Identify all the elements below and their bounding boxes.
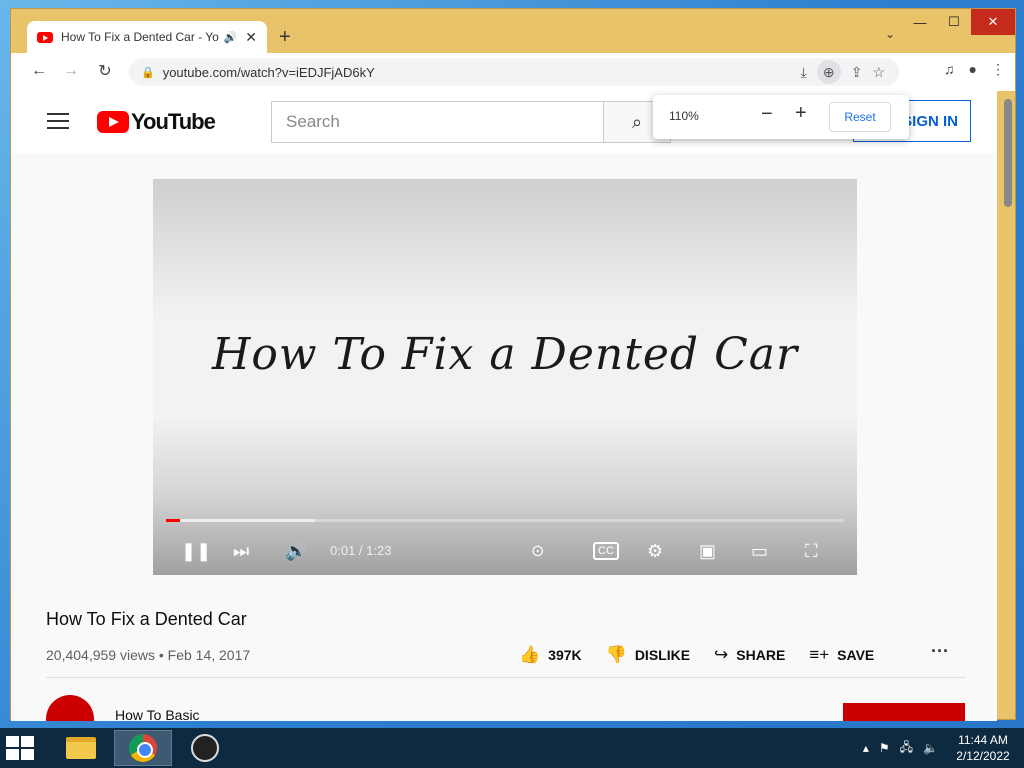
new-tab-button[interactable]: + <box>279 26 291 49</box>
thumbs-up-icon: 👍 <box>519 645 541 664</box>
youtube-page: YouTube Search ⌕ SIGN IN How To Fix a De… <box>11 91 997 721</box>
save-label: SAVE <box>837 647 875 663</box>
pause-icon[interactable]: ❚❚ <box>181 539 211 563</box>
chrome-icon <box>129 734 157 762</box>
video-player[interactable]: How To Fix a Dented Car ❚❚ ⏭ 🔊 0:01 / 1:… <box>153 179 857 575</box>
video-actions: 👍 397K 👎 DISLIKE ↪ SHARE ≡+ SAVE <box>519 645 898 665</box>
zoom-level: 110% <box>669 109 699 123</box>
windows-start-icon[interactable] <box>6 736 36 760</box>
menu-kebab-icon[interactable]: ⋮ <box>991 61 1005 78</box>
audio-playing-icon[interactable]: 🔊 <box>224 31 238 44</box>
settings-gear-icon[interactable]: ⚙ <box>647 539 663 563</box>
show-hidden-icons-chevron-icon[interactable]: ▴ <box>863 741 869 755</box>
zoom-reset-button[interactable]: Reset <box>829 102 891 132</box>
reload-icon[interactable]: ↻ <box>91 61 119 81</box>
search-placeholder: Search <box>286 112 340 131</box>
theater-mode-icon[interactable]: ▭ <box>751 539 768 563</box>
taskbar: ▴ ⚑ 🖧 🔈 11:44 AM 2/12/2022 <box>0 728 1024 768</box>
obs-icon <box>191 734 219 762</box>
search-icon: ⌕ <box>631 111 643 132</box>
system-tray: ▴ ⚑ 🖧 🔈 11:44 AM 2/12/2022 <box>863 728 1024 768</box>
youtube-logo-text: YouTube <box>131 109 216 134</box>
video-title: How To Fix a Dented Car <box>46 609 247 629</box>
zoom-popup: 110% − + Reset <box>653 95 909 139</box>
action-center-flag-icon[interactable]: ⚑ <box>879 741 890 755</box>
media-control-icon[interactable]: ♫ <box>944 61 955 78</box>
tab-strip: How To Fix a Dented Car - Yo 🔊 ✕ + ⌄ — ☐… <box>11 9 1015 53</box>
more-actions-icon[interactable]: ··· <box>931 641 949 662</box>
progress-played <box>166 519 180 522</box>
hamburger-menu-icon[interactable] <box>47 113 69 129</box>
lock-icon[interactable]: 🔒 <box>141 66 155 79</box>
dislike-button[interactable]: 👎 DISLIKE <box>606 645 690 665</box>
tab-close-icon[interactable]: ✕ <box>245 29 257 46</box>
scrollbar-thumb[interactable] <box>1004 99 1012 207</box>
captions-icon[interactable]: CC <box>593 542 619 560</box>
channel-avatar[interactable] <box>46 695 94 721</box>
browser-toolbar: ← → ↻ 🔒 youtube.com/watch?v=iEDJFjAD6kY … <box>11 53 1015 91</box>
clock[interactable]: 11:44 AM 2/12/2022 <box>948 732 1018 764</box>
volume-tray-icon[interactable]: 🔈 <box>923 741 938 755</box>
channel-name[interactable]: How To Basic <box>115 707 200 721</box>
video-frame-title: How To Fix a Dented Car <box>212 329 798 380</box>
progress-buffered <box>166 519 316 522</box>
tab-youtube[interactable]: How To Fix a Dented Car - Yo 🔊 ✕ <box>27 21 267 53</box>
zoom-reset-label: Reset <box>844 110 876 124</box>
youtube-play-logo-icon <box>97 111 129 133</box>
share-arrow-icon: ↪ <box>714 645 729 664</box>
video-time: 0:01 / 1:23 <box>330 543 392 558</box>
minimize-button[interactable]: — <box>903 9 937 35</box>
playlist-add-icon: ≡+ <box>809 645 830 664</box>
share-button[interactable]: ↪ SHARE <box>714 645 785 665</box>
progress-bar[interactable] <box>166 519 844 522</box>
dislike-label: DISLIKE <box>634 647 691 663</box>
zoom-out-button[interactable]: − <box>761 103 773 126</box>
divider <box>46 677 966 678</box>
autoplay-toggle-icon[interactable]: ⊙ <box>531 539 544 563</box>
next-icon[interactable]: ⏭ <box>233 539 249 563</box>
youtube-logo[interactable]: YouTube <box>97 109 216 135</box>
clock-date: 2/12/2022 <box>956 749 1010 763</box>
player-controls: ❚❚ ⏭ 🔊 0:01 / 1:23 ⊙ CC ⚙ ▣ ▭ ⛶ <box>153 531 857 571</box>
file-explorer-taskbar-button[interactable] <box>52 730 110 766</box>
bookmark-star-icon[interactable]: ☆ <box>872 64 885 81</box>
chrome-taskbar-button[interactable] <box>114 730 172 766</box>
search-input[interactable]: Search <box>271 101 603 143</box>
install-app-icon[interactable]: ⤓ <box>801 64 807 81</box>
like-button[interactable]: 👍 397K <box>519 645 582 665</box>
share-page-icon[interactable]: ⇪ <box>851 64 863 81</box>
share-label: SHARE <box>736 647 786 663</box>
maximize-button[interactable]: ☐ <box>937 9 971 35</box>
volume-icon[interactable]: 🔊 <box>285 539 307 563</box>
network-icon[interactable]: 🖧 <box>900 738 913 759</box>
fullscreen-icon[interactable]: ⛶ <box>805 539 818 563</box>
back-arrow-icon[interactable]: ← <box>25 62 53 80</box>
obs-taskbar-button[interactable] <box>176 730 234 766</box>
toolbar-right: ♫ ● ⋮ <box>944 61 1005 78</box>
url-text: youtube.com/watch?v=iEDJFjAD6kY <box>162 64 375 80</box>
forward-arrow-icon[interactable]: → <box>57 62 85 80</box>
omnibox-actions: ⤓ ⊕ ⇪ ☆ <box>801 58 885 86</box>
zoom-icon[interactable]: ⊕ <box>816 60 841 84</box>
miniplayer-icon[interactable]: ▣ <box>699 539 716 563</box>
browser-window: How To Fix a Dented Car - Yo 🔊 ✕ + ⌄ — ☐… <box>10 8 1016 721</box>
close-window-button[interactable]: ✕ <box>971 9 1015 35</box>
zoom-in-button[interactable]: + <box>795 102 807 125</box>
clock-time: 11:44 AM <box>958 733 1008 747</box>
tab-title: How To Fix a Dented Car - Yo <box>61 30 219 44</box>
subscribe-button[interactable] <box>843 703 965 721</box>
page-scrollbar[interactable] <box>1003 97 1013 717</box>
tab-search-chevron-icon[interactable]: ⌄ <box>885 27 895 41</box>
save-button[interactable]: ≡+ SAVE <box>809 645 874 665</box>
folder-icon <box>66 737 96 759</box>
address-bar[interactable]: 🔒 youtube.com/watch?v=iEDJFjAD6kY ⤓ ⊕ ⇪ … <box>129 58 899 86</box>
thumbs-down-icon: 👎 <box>605 645 627 664</box>
youtube-favicon-icon <box>37 31 53 43</box>
profile-icon[interactable]: ● <box>969 61 977 78</box>
sign-in-label: SIGN IN <box>902 112 958 130</box>
window-controls: — ☐ ✕ <box>903 9 1015 35</box>
like-count: 397K <box>548 647 582 663</box>
video-meta: 20,404,959 views • Feb 14, 2017 <box>46 647 251 663</box>
